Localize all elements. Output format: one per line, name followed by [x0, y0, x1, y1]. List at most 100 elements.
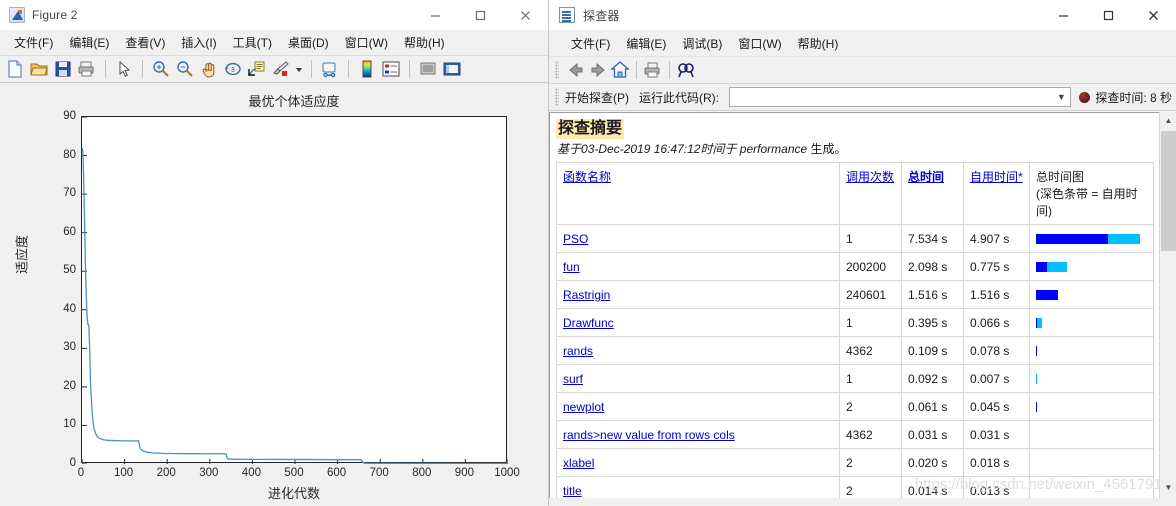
profiler-menu-debug[interactable]: 调试(B): [674, 32, 730, 55]
pointer-icon[interactable]: [113, 58, 135, 80]
menu-tools[interactable]: 工具(T): [225, 31, 280, 54]
zoom-in-icon[interactable]: [150, 58, 172, 80]
toolbar-grip[interactable]: [555, 61, 559, 79]
table-row[interactable]: Rastrigin 240601 1.516 s 1.516 s: [556, 280, 1154, 309]
cell-total-time-plot: [1029, 280, 1154, 309]
cell-call-count: 2: [839, 448, 902, 477]
report-vertical-scrollbar[interactable]: ▲ ▼: [1159, 112, 1176, 506]
function-link[interactable]: PSO: [563, 232, 588, 246]
column-self-time-label[interactable]: 自用时间*: [970, 170, 1023, 184]
function-link[interactable]: fun: [563, 260, 580, 274]
zoom-out-icon[interactable]: [174, 58, 196, 80]
print-figure-icon[interactable]: [76, 58, 98, 80]
show-plot-tools-icon[interactable]: [441, 58, 463, 80]
report-subtitle-mid: 时间于: [700, 142, 737, 156]
x-axis-tick-labels: 0 100 200 300 400 500 600 700 800 900 1000: [78, 467, 520, 483]
minimize-icon[interactable]: [1041, 0, 1086, 30]
x-tick-label: 900: [454, 467, 474, 479]
function-link[interactable]: xlabel: [563, 456, 594, 470]
column-function-name-label[interactable]: 函数名称: [563, 170, 611, 184]
menu-help[interactable]: 帮助(H): [396, 31, 453, 54]
table-row[interactable]: Drawfunc 1 0.395 s 0.066 s: [556, 308, 1154, 337]
column-total-time-label[interactable]: 总时间: [908, 170, 944, 184]
column-self-time[interactable]: 自用时间*: [963, 162, 1030, 225]
table-row[interactable]: newplot 2 0.061 s 0.045 s: [556, 392, 1154, 421]
cell-self-time: 0.031 s: [963, 420, 1030, 449]
function-link[interactable]: rands: [563, 344, 593, 358]
menu-desktop[interactable]: 桌面(D): [280, 31, 337, 54]
profiler-menu-file[interactable]: 文件(F): [563, 32, 618, 55]
table-row[interactable]: PSO 1 7.534 s 4.907 s: [556, 224, 1154, 253]
profiler-menu-edit[interactable]: 编辑(E): [618, 32, 674, 55]
toolbar-separator: [409, 60, 410, 78]
menu-view[interactable]: 查看(V): [117, 31, 173, 54]
function-link[interactable]: title: [563, 484, 582, 498]
function-link[interactable]: Drawfunc: [563, 316, 614, 330]
column-call-count[interactable]: 调用次数: [839, 162, 902, 225]
cell-self-time: 0.078 s: [963, 336, 1030, 365]
chevron-up-icon[interactable]: ▲: [1160, 112, 1176, 129]
menu-window[interactable]: 窗口(W): [337, 31, 396, 54]
print-icon[interactable]: [642, 59, 664, 81]
y-tick-label: 10: [63, 418, 76, 431]
colorbar-icon[interactable]: [356, 58, 378, 80]
close-icon[interactable]: [503, 0, 548, 30]
table-row[interactable]: rands>new value from rows cols 4362 0.031 …: [556, 420, 1154, 449]
save-figure-icon[interactable]: [52, 58, 74, 80]
table-row[interactable]: xlabel 2 0.020 s 0.018 s: [556, 448, 1154, 477]
find-icon[interactable]: [675, 59, 697, 81]
profiler-window: 探查器 文件(F) 编辑(E) 调试(B) 窗口(W) 帮助(H) 开始探查(P…: [549, 0, 1176, 506]
cell-call-count: 4362: [839, 336, 902, 365]
function-link[interactable]: rands>new value from rows cols: [563, 428, 735, 442]
brush-icon[interactable]: [270, 58, 292, 80]
hide-plot-tools-icon[interactable]: [417, 58, 439, 80]
data-cursor-icon[interactable]: [246, 58, 268, 80]
menu-insert[interactable]: 插入(I): [173, 31, 224, 54]
function-link[interactable]: surf: [563, 372, 583, 386]
legend-icon[interactable]: [380, 58, 402, 80]
profiler-menu-window[interactable]: 窗口(W): [730, 32, 789, 55]
cell-total-time-plot: [1029, 252, 1154, 281]
pan-icon[interactable]: [198, 58, 220, 80]
run-code-input[interactable]: ▼: [729, 87, 1072, 107]
svg-text:3: 3: [231, 67, 235, 74]
table-row[interactable]: rands 4362 0.109 s 0.078 s: [556, 336, 1154, 365]
function-link[interactable]: newplot: [563, 400, 604, 414]
menu-edit[interactable]: 编辑(E): [61, 31, 117, 54]
column-call-count-label[interactable]: 调用次数: [846, 170, 894, 184]
link-plot-icon[interactable]: [319, 58, 341, 80]
column-total-time[interactable]: 总时间: [901, 162, 964, 225]
menu-file[interactable]: 文件(F): [6, 31, 61, 54]
runbar-grip[interactable]: [555, 88, 559, 106]
chevron-down-icon[interactable]: ▼: [1052, 92, 1070, 102]
close-icon[interactable]: [1131, 0, 1176, 30]
scrollbar-thumb[interactable]: [1161, 131, 1176, 251]
cell-total-time: 0.031 s: [901, 420, 964, 449]
rotate-3d-icon[interactable]: 3: [222, 58, 244, 80]
open-file-icon[interactable]: [28, 58, 50, 80]
cell-self-time: 0.018 s: [963, 448, 1030, 477]
self-time-segment: [1036, 401, 1038, 412]
record-stop-icon: [1079, 91, 1091, 103]
forward-arrow-icon[interactable]: [587, 59, 609, 81]
start-profiling-button[interactable]: 开始探查(P): [565, 89, 629, 106]
back-arrow-icon[interactable]: [565, 59, 587, 81]
cell-total-time-plot: [1029, 392, 1154, 421]
cell-total-time: 0.395 s: [901, 308, 964, 337]
cell-total-time: 0.109 s: [901, 336, 964, 365]
table-header-row: 函数名称 调用次数 总时间 自用时间* 总时间图 (深色条带 = 自用时间): [556, 162, 1154, 225]
dropdown-arrow-icon[interactable]: [294, 58, 304, 80]
function-link[interactable]: Rastrigin: [563, 288, 610, 302]
cell-call-count: 1: [839, 364, 902, 393]
y-tick-label: 30: [63, 341, 76, 354]
home-icon[interactable]: [609, 59, 631, 81]
new-figure-icon[interactable]: [4, 58, 26, 80]
profiler-menu-help[interactable]: 帮助(H): [790, 32, 847, 55]
table-row[interactable]: fun 200200 2.098 s 0.775 s: [556, 252, 1154, 281]
maximize-icon[interactable]: [458, 0, 503, 30]
maximize-icon[interactable]: [1086, 0, 1131, 30]
chevron-down-icon[interactable]: ▼: [1160, 479, 1176, 496]
minimize-icon[interactable]: [413, 0, 458, 30]
column-function-name[interactable]: 函数名称: [556, 162, 840, 225]
table-row[interactable]: surf 1 0.092 s 0.007 s: [556, 364, 1154, 393]
